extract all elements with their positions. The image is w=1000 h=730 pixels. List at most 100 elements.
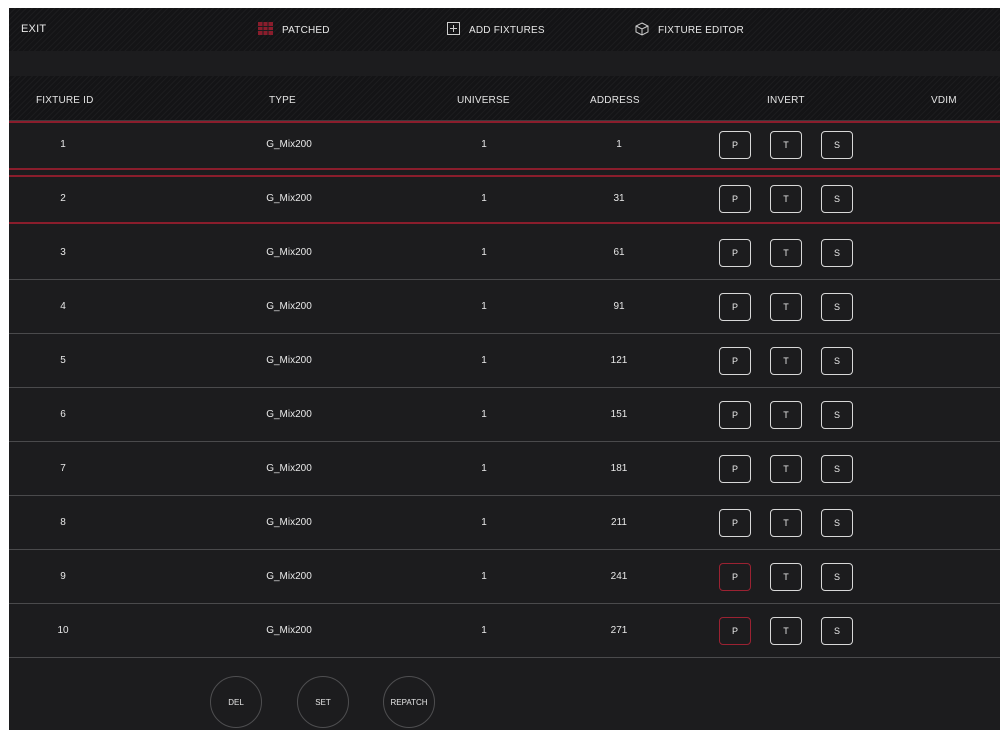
invert-pan-button[interactable]: P xyxy=(719,239,751,267)
type-cell: G_Mix200 xyxy=(266,355,312,366)
selection-border-bottom xyxy=(9,222,1000,224)
universe-cell: 1 xyxy=(481,139,487,150)
fixture-id-cell: 8 xyxy=(60,517,66,528)
table-row[interactable]: 10 G_Mix200 1 271 P T S xyxy=(9,607,1000,658)
plus-box-icon xyxy=(447,22,460,38)
universe-cell: 1 xyxy=(481,625,487,636)
table-row[interactable]: 8 G_Mix200 1 211 P T S xyxy=(9,499,1000,550)
invert-pan-button[interactable]: P xyxy=(719,563,751,591)
invert-pan-button[interactable]: P xyxy=(719,617,751,645)
patched-tab[interactable]: PATCHED xyxy=(258,22,330,38)
fixture-id-cell: 5 xyxy=(60,355,66,366)
invert-swap-button[interactable]: S xyxy=(821,185,853,213)
add-fixtures-button[interactable]: ADD FIXTURES xyxy=(447,22,545,38)
address-cell: 61 xyxy=(613,247,625,258)
grid-icon xyxy=(258,22,273,38)
fixture-id-cell: 9 xyxy=(60,571,66,582)
col-universe: UNIVERSE xyxy=(457,95,510,106)
address-cell: 1 xyxy=(616,139,622,150)
universe-cell: 1 xyxy=(481,409,487,420)
invert-swap-button[interactable]: S xyxy=(821,563,853,591)
cube-icon xyxy=(635,22,649,39)
address-cell: 181 xyxy=(610,463,628,474)
invert-tilt-button[interactable]: T xyxy=(770,185,802,213)
invert-swap-button[interactable]: S xyxy=(821,131,853,159)
universe-cell: 1 xyxy=(481,463,487,474)
fixture-id-cell: 6 xyxy=(60,409,66,420)
invert-tilt-button[interactable]: T xyxy=(770,563,802,591)
top-toolbar: EXIT PATCHED ADD FIXTURES FIXTURE EDITOR xyxy=(9,8,1000,51)
row-divider xyxy=(9,603,1000,604)
invert-swap-button[interactable]: S xyxy=(821,401,853,429)
invert-pan-button[interactable]: P xyxy=(719,509,751,537)
address-cell: 91 xyxy=(613,301,625,312)
table-row[interactable]: 5 G_Mix200 1 121 P T S xyxy=(9,337,1000,388)
fixture-id-cell: 1 xyxy=(60,139,66,150)
invert-tilt-button[interactable]: T xyxy=(770,455,802,483)
selection-border-top xyxy=(9,175,1000,177)
type-cell: G_Mix200 xyxy=(266,301,312,312)
invert-tilt-button[interactable]: T xyxy=(770,509,802,537)
universe-cell: 1 xyxy=(481,247,487,258)
exit-button[interactable]: EXIT xyxy=(21,23,46,35)
invert-pan-button[interactable]: P xyxy=(719,347,751,375)
fixture-id-cell: 3 xyxy=(60,247,66,258)
address-cell: 151 xyxy=(610,409,628,420)
type-cell: G_Mix200 xyxy=(266,571,312,582)
invert-tilt-button[interactable]: T xyxy=(770,239,802,267)
selection-border-bottom xyxy=(9,168,1000,170)
selection-border-top xyxy=(9,121,1000,123)
row-divider xyxy=(9,333,1000,334)
invert-pan-button[interactable]: P xyxy=(719,185,751,213)
table-row[interactable]: 2 G_Mix200 1 31 P T S xyxy=(9,175,1000,224)
invert-pan-button[interactable]: P xyxy=(719,401,751,429)
address-cell: 121 xyxy=(610,355,628,366)
invert-tilt-button[interactable]: T xyxy=(770,401,802,429)
invert-swap-button[interactable]: S xyxy=(821,293,853,321)
invert-pan-button[interactable]: P xyxy=(719,293,751,321)
table-row[interactable]: 4 G_Mix200 1 91 P T S xyxy=(9,283,1000,334)
invert-tilt-button[interactable]: T xyxy=(770,293,802,321)
universe-cell: 1 xyxy=(481,517,487,528)
invert-tilt-button[interactable]: T xyxy=(770,131,802,159)
invert-swap-button[interactable]: S xyxy=(821,239,853,267)
type-cell: G_Mix200 xyxy=(266,625,312,636)
fixture-id-cell: 2 xyxy=(60,193,66,204)
table-row[interactable]: 3 G_Mix200 1 61 P T S xyxy=(9,229,1000,280)
invert-pan-button[interactable]: P xyxy=(719,455,751,483)
row-divider xyxy=(9,495,1000,496)
col-type: TYPE xyxy=(269,95,296,106)
action-bar: DEL SET REPATCH xyxy=(9,658,1000,730)
invert-swap-button[interactable]: S xyxy=(821,617,853,645)
table-row[interactable]: 7 G_Mix200 1 181 P T S xyxy=(9,445,1000,496)
row-divider xyxy=(9,279,1000,280)
invert-tilt-button[interactable]: T xyxy=(770,617,802,645)
invert-tilt-button[interactable]: T xyxy=(770,347,802,375)
invert-swap-button[interactable]: S xyxy=(821,347,853,375)
set-button[interactable]: SET xyxy=(297,676,349,728)
col-fixture-id: FIXTURE ID xyxy=(36,95,94,106)
add-fixtures-label: ADD FIXTURES xyxy=(469,24,545,36)
row-divider xyxy=(9,387,1000,388)
invert-swap-button[interactable]: S xyxy=(821,455,853,483)
invert-swap-button[interactable]: S xyxy=(821,509,853,537)
fixture-editor-button[interactable]: FIXTURE EDITOR xyxy=(635,22,744,39)
universe-cell: 1 xyxy=(481,355,487,366)
row-divider xyxy=(9,549,1000,550)
col-vdim: VDIM xyxy=(931,95,957,106)
row-divider xyxy=(9,441,1000,442)
fixture-id-cell: 7 xyxy=(60,463,66,474)
address-cell: 211 xyxy=(611,517,627,528)
type-cell: G_Mix200 xyxy=(266,409,312,420)
table-row[interactable]: 6 G_Mix200 1 151 P T S xyxy=(9,391,1000,442)
type-cell: G_Mix200 xyxy=(266,139,312,150)
repatch-button[interactable]: REPATCH xyxy=(383,676,435,728)
fixture-id-cell: 4 xyxy=(60,301,66,312)
universe-cell: 1 xyxy=(481,301,487,312)
type-cell: G_Mix200 xyxy=(266,463,312,474)
delete-button[interactable]: DEL xyxy=(210,676,262,728)
invert-pan-button[interactable]: P xyxy=(719,131,751,159)
address-cell: 31 xyxy=(613,193,625,204)
table-row[interactable]: 1 G_Mix200 1 1 P T S xyxy=(9,121,1000,170)
table-row[interactable]: 9 G_Mix200 1 241 P T S xyxy=(9,553,1000,604)
